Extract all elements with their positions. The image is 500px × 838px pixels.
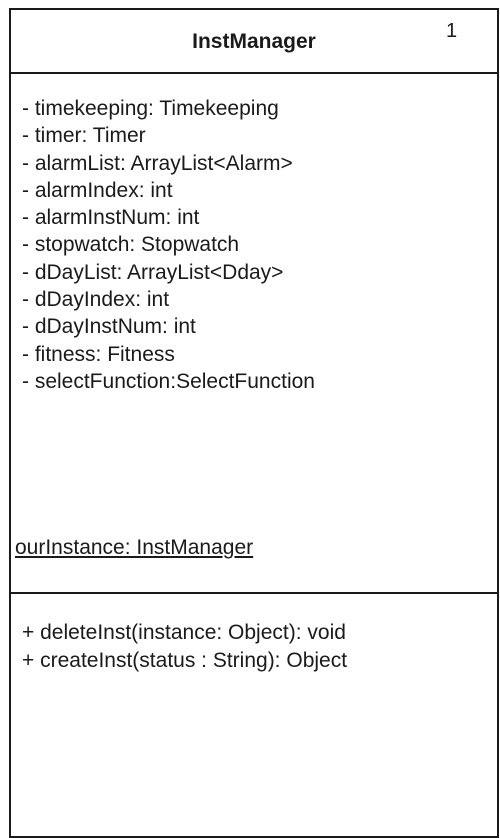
class-header: InstManager 1 (11, 10, 497, 74)
attribute-item: - timer: Timer (22, 124, 146, 148)
attribute-item: - alarmIndex: int (22, 178, 173, 202)
attribute-item: - timekeeping: Timekeeping (22, 97, 279, 120)
attribute-item: - alarmList: ArrayList<Alarm> (22, 151, 293, 175)
attribute-list: - timekeeping: Timekeeping - timer: Time… (22, 95, 315, 395)
attribute-item: - alarmInstNum: int (22, 206, 200, 230)
attribute-item: - fitness: Fitness (22, 342, 175, 366)
class-multiplicity: 1 (446, 20, 458, 42)
attribute-item: - stopwatch: Stopwatch (22, 233, 240, 257)
static-attribute: ourInstance: InstManager (15, 536, 254, 559)
attribute-item: - selectFunction:SelectFunction (22, 369, 315, 393)
attribute-item: - dDayInstNum: int (22, 315, 196, 339)
attribute-item: - dDayIndex: int (22, 288, 170, 312)
attribute-item: - dDayList: ArrayList<Dday> (22, 260, 284, 284)
operation-item: + createInst(status : String): Object (22, 648, 348, 672)
operation-item: + deleteInst(instance: Object): void (22, 621, 346, 644)
attributes-compartment: - timekeeping: Timekeeping - timer: Time… (11, 74, 497, 594)
uml-class-box: InstManager 1 - timekeeping: Timekeeping… (9, 8, 499, 838)
operation-list: + deleteInst(instance: Object): void + c… (22, 619, 347, 674)
class-name: InstManager (192, 30, 316, 53)
